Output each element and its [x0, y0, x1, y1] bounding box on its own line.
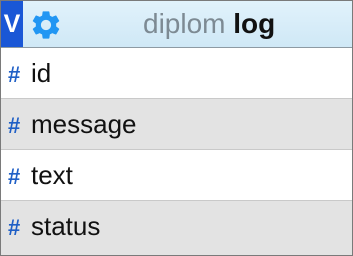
table-header: V diplom log: [1, 1, 352, 48]
column-name: status: [31, 211, 101, 241]
column-row-status[interactable]: # status: [1, 201, 352, 255]
table-name: log: [233, 8, 276, 39]
numeric-column-icon: #: [8, 113, 21, 138]
column-name: text: [31, 160, 73, 190]
toggle-view-button[interactable]: V: [1, 1, 23, 47]
database-name: diplom: [143, 8, 226, 39]
gear-icon[interactable]: [29, 8, 63, 42]
db-table-card: V diplom log # id # message # text # sta…: [0, 0, 353, 256]
column-row-text[interactable]: # text: [1, 150, 352, 201]
numeric-column-icon: #: [8, 215, 21, 240]
column-row-message[interactable]: # message: [1, 99, 352, 150]
column-row-id[interactable]: # id: [1, 48, 352, 99]
column-name: message: [31, 109, 137, 139]
numeric-column-icon: #: [8, 164, 21, 189]
numeric-column-icon: #: [8, 62, 21, 87]
column-name: id: [31, 58, 52, 88]
table-title[interactable]: diplom log: [143, 1, 275, 47]
